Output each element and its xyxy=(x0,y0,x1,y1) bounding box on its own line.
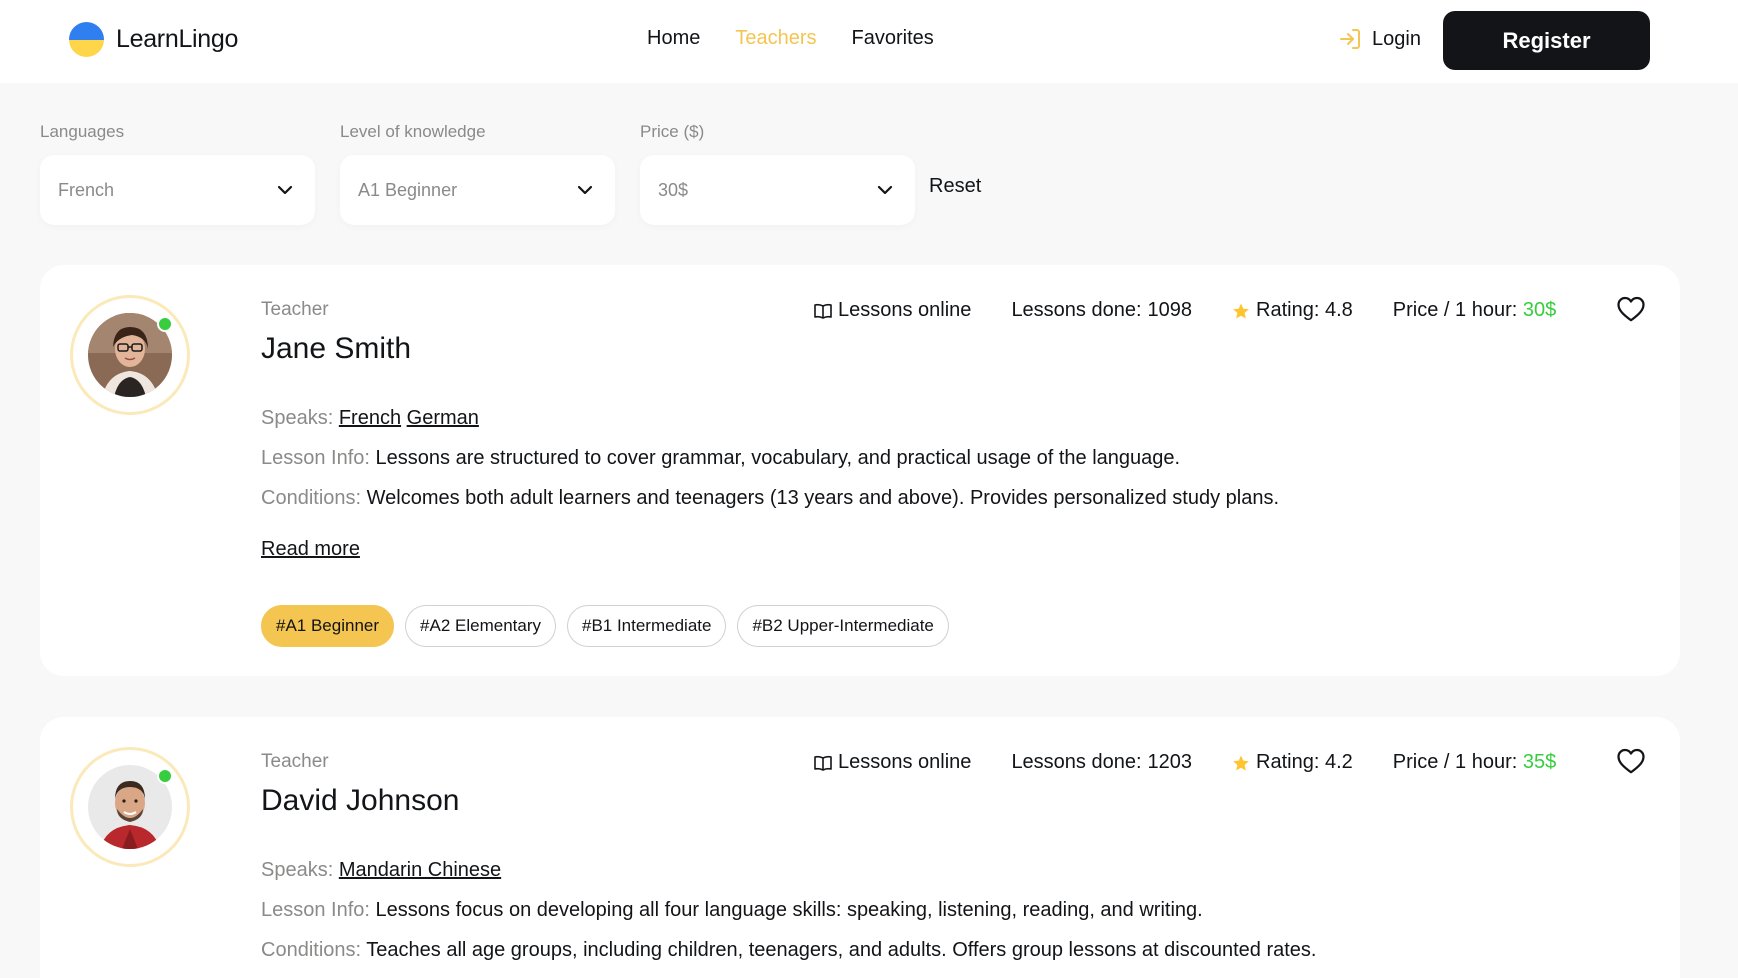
conditions-text: Teaches all age groups, including childr… xyxy=(366,939,1317,961)
lessons-done: Lessons done: 1203 xyxy=(1011,751,1192,774)
languages-filter-label: Languages xyxy=(40,122,125,141)
price-value: 35$ xyxy=(1522,751,1557,773)
conditions-row: Conditions: Welcomes both adult learners… xyxy=(261,487,1279,510)
level-select-value: A1 Beginner xyxy=(358,179,458,200)
online-status-dot xyxy=(157,768,173,784)
avatar-ring xyxy=(70,295,190,415)
language-link[interactable]: German xyxy=(407,407,479,429)
languages-select[interactable]: French xyxy=(40,155,315,225)
rating-label: Rating: xyxy=(1256,299,1325,321)
level-filter: Level of knowledge A1 Beginner xyxy=(340,122,615,225)
lessons-done-label: Lessons done: xyxy=(1011,751,1142,773)
nav-favorites[interactable]: Favorites xyxy=(852,27,934,50)
price-label: Price / 1 hour: xyxy=(1392,299,1523,321)
teacher-stats: Lessons online Lessons done: 1098 Rating… xyxy=(814,299,1556,322)
price-value: 30$ xyxy=(1522,299,1557,321)
rating: Rating: 4.2 xyxy=(1232,751,1353,774)
lessons-online: Lessons online xyxy=(814,299,971,322)
conditions-row: Conditions: Teaches all age groups, incl… xyxy=(261,939,1316,962)
price-filter: Price ($) 30$ xyxy=(640,122,915,225)
teacher-name: Jane Smith xyxy=(261,332,412,365)
star-icon xyxy=(1233,755,1249,770)
header: LearnLingo Home Teachers Favorites Login… xyxy=(0,0,1738,83)
teacher-stats: Lessons online Lessons done: 1203 Rating… xyxy=(814,751,1556,774)
avatar-ring xyxy=(70,747,190,867)
heart-icon[interactable] xyxy=(1616,747,1646,775)
speaks-label: Speaks: xyxy=(261,407,339,429)
rating-value: 4.8 xyxy=(1324,299,1353,321)
conditions-label: Conditions: xyxy=(261,939,367,961)
level-filter-label: Level of knowledge xyxy=(340,122,486,141)
teacher-role: Teacher xyxy=(261,299,329,320)
lessons-done-label: Lessons done: xyxy=(1011,299,1142,321)
lessons-online-label: Lessons online xyxy=(838,751,972,773)
book-icon xyxy=(814,303,832,319)
reset-button[interactable]: Reset xyxy=(929,175,981,198)
chevron-down-icon xyxy=(877,185,893,195)
lessons-online: Lessons online xyxy=(814,751,971,774)
register-button[interactable]: Register xyxy=(1443,11,1650,70)
price: Price / 1 hour: 35$ xyxy=(1393,751,1556,774)
conditions-label: Conditions: xyxy=(261,487,367,509)
languages-filter: Languages French xyxy=(40,122,315,225)
star-icon xyxy=(1233,303,1249,318)
level-tag[interactable]: #B1 Intermediate xyxy=(566,605,727,647)
book-icon xyxy=(814,755,832,771)
chevron-down-icon xyxy=(277,185,293,195)
conditions-text: Welcomes both adult learners and teenage… xyxy=(366,487,1280,509)
price: Price / 1 hour: 30$ xyxy=(1393,299,1556,322)
teacher-name: David Johnson xyxy=(261,784,460,817)
level-tag[interactable]: #A1 Beginner xyxy=(261,605,395,647)
languages-select-value: French xyxy=(58,179,115,200)
price-filter-label: Price ($) xyxy=(640,122,705,141)
logo-text: LearnLingo xyxy=(116,25,239,53)
logo[interactable]: LearnLingo xyxy=(69,22,238,57)
read-more-link[interactable]: Read more xyxy=(261,538,360,561)
rating-value: 4.2 xyxy=(1324,751,1353,773)
speaks-label: Speaks: xyxy=(261,859,339,881)
speaks-row: Speaks: Mandarin Chinese xyxy=(261,859,501,882)
teacher-card: Teacher Jane Smith Lessons online Lesson… xyxy=(40,265,1680,676)
lessons-done-value: 1098 xyxy=(1147,299,1193,321)
rating-label: Rating: xyxy=(1256,751,1325,773)
main-nav: Home Teachers Favorites xyxy=(647,27,934,50)
teacher-card: Teacher David Johnson Lessons online Les… xyxy=(40,717,1680,978)
lessons-done-value: 1203 xyxy=(1147,751,1193,773)
lessons-done: Lessons done: 1098 xyxy=(1011,299,1192,322)
price-select[interactable]: 30$ xyxy=(640,155,915,225)
level-tag[interactable]: #B2 Upper-Intermediate xyxy=(737,605,949,647)
lesson-info-row: Lesson Info: Lessons are structured to c… xyxy=(261,447,1180,470)
lesson-info-label: Lesson Info: xyxy=(261,447,376,469)
online-status-dot xyxy=(157,316,173,332)
lesson-info-label: Lesson Info: xyxy=(261,899,376,921)
nav-home[interactable]: Home xyxy=(647,27,700,50)
chevron-down-icon xyxy=(577,185,593,195)
language-link[interactable]: Mandarin Chinese xyxy=(339,859,501,881)
nav-teachers[interactable]: Teachers xyxy=(735,27,816,50)
lesson-info-row: Lesson Info: Lessons focus on developing… xyxy=(261,899,1203,922)
login-label: Login xyxy=(1372,27,1421,50)
speaks-row: Speaks: French German xyxy=(261,407,479,430)
login-arrow-icon xyxy=(1340,29,1360,49)
level-tags: #A1 Beginner #A2 Elementary #B1 Intermed… xyxy=(261,605,949,647)
lesson-info-text: Lessons are structured to cover grammar,… xyxy=(375,447,1181,469)
level-tag[interactable]: #A2 Elementary xyxy=(405,605,556,647)
language-link[interactable]: French xyxy=(339,407,401,429)
login-button[interactable]: Login xyxy=(1338,27,1421,51)
lesson-info-text: Lessons focus on developing all four lan… xyxy=(375,899,1203,921)
price-label: Price / 1 hour: xyxy=(1392,751,1523,773)
level-select[interactable]: A1 Beginner xyxy=(340,155,615,225)
rating: Rating: 4.8 xyxy=(1232,299,1353,322)
teacher-role: Teacher xyxy=(261,751,329,772)
heart-icon[interactable] xyxy=(1616,295,1646,323)
price-select-value: 30$ xyxy=(658,179,689,200)
ukraine-flag-icon xyxy=(69,22,104,57)
lessons-online-label: Lessons online xyxy=(838,299,972,321)
